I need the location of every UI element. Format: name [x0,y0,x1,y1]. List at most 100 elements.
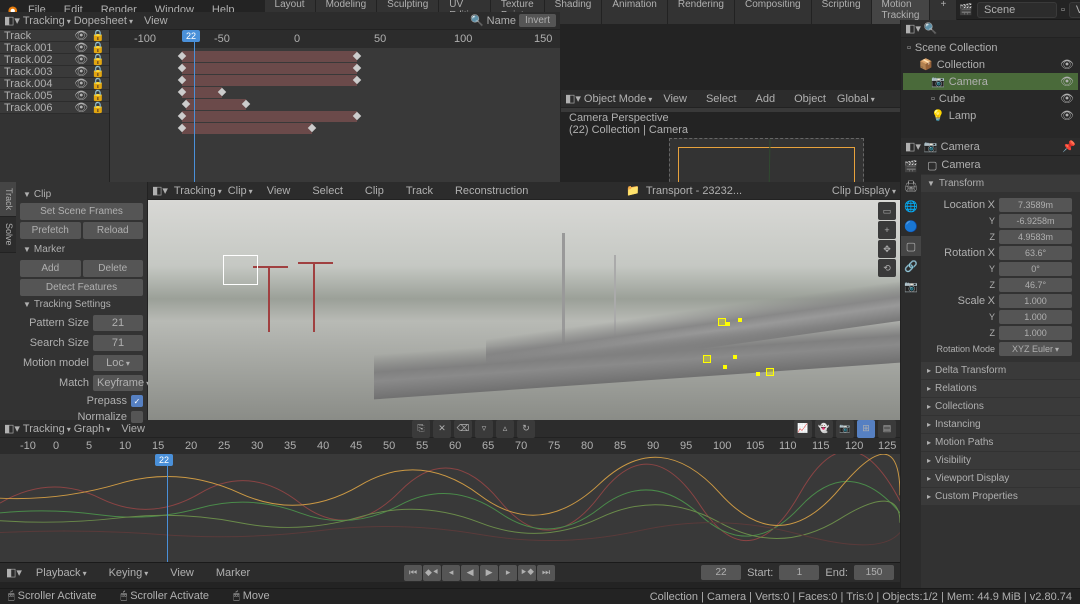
pattern-size-field[interactable]: 21 [93,315,143,331]
prop-tab-output[interactable]: 🖨 [901,176,921,196]
dope-bar[interactable] [182,63,357,74]
viewport-3d[interactable]: ◧▾ Object Mode View Select Add Object Gl… [560,90,900,112]
play-button[interactable]: ▶ [480,565,498,581]
graph-canvas[interactable]: 22 [0,454,900,562]
outliner-scene-collection[interactable]: ▫Scene Collection [903,40,1078,56]
graph-tool[interactable]: ↻ [517,420,535,438]
section-collections[interactable]: Collections [921,398,1080,415]
start-frame-field[interactable]: 1 [779,565,819,580]
delete-marker-button[interactable]: Delete [83,260,144,277]
graph-tool[interactable]: ▿ [475,420,493,438]
dopesheet-view[interactable]: View [136,13,176,29]
clip-display-menu[interactable]: Clip Display [832,185,896,197]
tool-move[interactable]: ✥ [878,240,896,258]
outliner-item-collection[interactable]: 📦Collection👁 [903,56,1078,73]
rotation-x-field[interactable]: 63.6° [999,246,1072,260]
section-relations[interactable]: Relations [921,380,1080,397]
graph-tool[interactable]: ⌫ [454,420,472,438]
tracking-marker-selected[interactable] [703,355,711,363]
graph-toggle[interactable]: ▤ [878,420,896,438]
scale-y-field[interactable]: 1.000 [999,310,1072,324]
clip-view-menu[interactable]: View [259,183,299,199]
outliner[interactable]: ▫Scene Collection 📦Collection👁📷Camera👁▫C… [901,38,1080,138]
prepass-checkbox[interactable] [131,395,143,407]
tracking-marker-selected[interactable] [718,318,726,326]
normalize-checkbox[interactable] [131,411,143,423]
clip-track-menu[interactable]: Track [398,183,441,199]
name-filter[interactable]: Name [487,15,516,27]
clip-view[interactable]: ◧▾ Tracking Clip View Select Clip Track … [148,182,900,420]
tracking-marker-selected[interactable] [766,368,774,376]
editor-type-icon[interactable]: ◧▾ [6,566,22,579]
reload-button[interactable]: Reload [83,222,144,239]
tracking-marker[interactable] [223,255,258,285]
editor-type-icon[interactable]: ◧▾ [4,14,20,27]
tool-select[interactable]: ▭ [878,202,896,220]
location-z-field[interactable]: 4.9583m [999,230,1072,244]
section-viewport-display[interactable]: Viewport Display [921,470,1080,487]
dope-bar[interactable] [186,99,246,110]
view3d-add[interactable]: Add [748,91,784,107]
scene-field[interactable]: Scene [977,2,1057,18]
pin-icon[interactable]: 📌 [1062,140,1076,153]
prop-tab-scene[interactable]: 🌐 [901,196,921,216]
graph-tool[interactable]: ▵ [496,420,514,438]
outliner-item-camera[interactable]: 📷Camera👁 [903,73,1078,90]
folder-icon[interactable]: 📁 [626,184,640,197]
rotation-y-field[interactable]: 0° [999,262,1072,276]
graph-toggle-active[interactable]: ⊞ [857,420,875,438]
timeline-view[interactable]: View [162,565,202,581]
jump-end-button[interactable]: ⏭ [537,565,555,581]
play-reverse-button[interactable]: ◀ [461,565,479,581]
scale-x-field[interactable]: 1.000 [999,294,1072,308]
prop-tab-object[interactable]: ▢ [901,236,921,256]
dopesheet-submode[interactable]: Dopesheet [74,15,133,27]
view3d-object[interactable]: Object [786,91,834,107]
clip-clip-menu[interactable]: Clip [357,183,392,199]
dope-bar[interactable] [182,111,357,122]
clip-mode[interactable]: Tracking [174,185,222,197]
dope-bar[interactable] [182,75,357,86]
transform-section[interactable]: Transform [921,175,1080,192]
clip-filename[interactable]: Transport - 23232... [646,185,742,197]
add-marker-button[interactable]: Add [20,260,81,277]
clip-submode[interactable]: Clip [228,185,253,197]
vtab-solve[interactable]: Solve [0,217,16,253]
section-delta-transform[interactable]: Delta Transform [921,362,1080,379]
editor-type-icon[interactable]: ◧▾ [905,22,921,35]
match-field[interactable]: Keyframe [93,375,143,391]
track-item[interactable]: Track.006👁 🔒 [0,102,109,114]
frame-next-button[interactable]: ▸ [499,565,517,581]
set-scene-frames-button[interactable]: Set Scene Frames [20,203,143,220]
graph-toggle[interactable]: 📈 [794,420,812,438]
editor-type-icon[interactable]: ◧▾ [152,184,168,197]
clip-reconstruction-menu[interactable]: Reconstruction [447,183,536,199]
prop-tab-render[interactable]: 🎬 [901,156,921,176]
keyframe-prev-button[interactable]: ◆⯇ [423,565,441,581]
timeline-marker[interactable]: Marker [208,565,258,581]
graph-tool[interactable]: ⎘ [412,420,430,438]
prop-tab-constraints[interactable]: 🔗 [901,256,921,276]
vtab-track[interactable]: Track [0,182,16,217]
tool-cursor[interactable]: + [878,221,896,239]
end-frame-field[interactable]: 150 [854,565,894,580]
keyframe-next-button[interactable]: ⯈◆ [518,565,536,581]
tracking-settings-title[interactable]: Tracking Settings [20,296,143,313]
prop-tab-world[interactable]: 🔵 [901,216,921,236]
section-custom-properties[interactable]: Custom Properties [921,488,1080,505]
section-visibility[interactable]: Visibility [921,452,1080,469]
current-frame-field[interactable]: 22 [701,565,741,580]
dope-bar[interactable] [182,87,222,98]
clip-select-menu[interactable]: Select [304,183,351,199]
outliner-item-cube[interactable]: ▫Cube👁 [903,90,1078,107]
graph-toggle[interactable]: 👻 [815,420,833,438]
motion-model-field[interactable]: Loc [93,355,143,371]
invert-button[interactable]: Invert [519,14,556,27]
jump-start-button[interactable]: ⏮ [404,565,422,581]
editor-type-icon[interactable]: ◧▾ [565,92,581,105]
view3d-select[interactable]: Select [698,91,745,107]
orientation[interactable]: Global [837,93,875,105]
scale-z-field[interactable]: 1.000 [999,326,1072,340]
clip-panel-title[interactable]: Clip [20,186,143,203]
graph-toggle[interactable]: 📷 [836,420,854,438]
